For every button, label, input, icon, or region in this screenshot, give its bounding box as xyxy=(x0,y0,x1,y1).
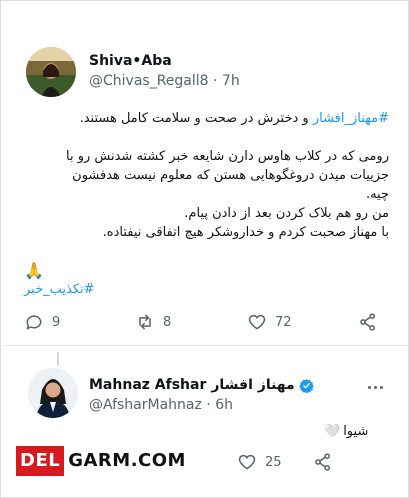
tweet-line: رومی که در کلاب هاوس دارن شایعه خبر کشته… xyxy=(66,149,389,164)
tweet-line: با مهناز صحبت کردم و خداروشکر هیچ اتفاقی… xyxy=(102,225,389,240)
verified-badge-icon xyxy=(298,378,314,393)
share-button[interactable] xyxy=(358,312,378,332)
separator-dot: · xyxy=(213,73,222,89)
tweet-line-text: و دخترش در صحت و سلامت کامل هستند. xyxy=(79,111,313,126)
reply-count: 9 xyxy=(52,314,61,330)
hashtag-link[interactable]: #تکذیب_خبر xyxy=(24,280,95,299)
watermark-part-rest: GARM.COM xyxy=(64,446,190,476)
share-icon xyxy=(315,453,330,471)
separator-dot: · xyxy=(206,397,216,413)
reply-display-name-en[interactable]: Mahnaz Afshar xyxy=(89,377,206,393)
tweet-line: جزییات میدن دروغگوهایی هستن که معلوم نیس… xyxy=(72,168,389,183)
retweet-icon xyxy=(139,314,151,330)
tweet-line: من رو هم بلاک کردن بعد از دادن پیام. xyxy=(184,206,389,221)
like-button[interactable]: 72 xyxy=(247,312,292,332)
watermark-logo: DEL GARM.COM xyxy=(16,441,190,481)
reply-author-handle[interactable]: @AfsharMahnaz xyxy=(89,397,202,413)
tweet-text: #مهناز_افشار و دخترش در صحت و سلامت کامل… xyxy=(34,109,389,242)
share-icon xyxy=(360,313,375,331)
reply-button[interactable]: 9 xyxy=(24,312,60,332)
avatar[interactable] xyxy=(28,368,78,418)
tweet-line: چیه. xyxy=(365,187,389,202)
reply-text: 🤍 شیوا xyxy=(324,422,368,441)
retweet-count: 8 xyxy=(163,314,172,330)
author-meta: @Chivas_Regall8 · 7h xyxy=(89,73,240,89)
avatar[interactable] xyxy=(26,47,76,97)
reply-text-body: شیوا xyxy=(343,424,369,439)
author-handle[interactable]: @Chivas_Regall8 xyxy=(89,73,209,89)
heart-icon xyxy=(248,314,266,330)
pray-emoji: 🙏 xyxy=(24,261,44,280)
share-button[interactable] xyxy=(313,452,333,472)
like-count: 72 xyxy=(275,314,292,330)
reply-icon xyxy=(26,315,42,330)
reply-display-name-fa[interactable]: مهناز افشار xyxy=(211,377,294,393)
reply-timestamp[interactable]: 6h xyxy=(215,397,233,413)
more-icon[interactable] xyxy=(367,378,385,396)
tweet-timestamp[interactable]: 7h xyxy=(222,73,240,89)
like-count: 25 xyxy=(265,454,282,470)
tweet-line: #مهناز_افشار و دخترش در صحت و سلامت کامل… xyxy=(34,109,389,128)
watermark-part-red: DEL xyxy=(16,446,65,476)
like-button[interactable]: 25 xyxy=(237,452,282,472)
retweet-button[interactable]: 8 xyxy=(135,312,171,332)
reply-author-name-row: Mahnaz Afshar مهناز افشار xyxy=(89,377,314,393)
author-display-name[interactable]: Shiva•Aba xyxy=(89,53,172,69)
author-name-row: Shiva•Aba xyxy=(89,53,172,69)
heart-icon xyxy=(238,454,256,470)
hashtag-link[interactable]: #مهناز_افشار xyxy=(313,111,389,126)
divider xyxy=(0,345,409,346)
white-heart-emoji: 🤍 xyxy=(324,424,341,439)
thread-connector xyxy=(57,352,59,366)
tweet-blank-line xyxy=(34,128,389,147)
reply-author-meta: @AfsharMahnaz · 6h xyxy=(89,397,233,413)
